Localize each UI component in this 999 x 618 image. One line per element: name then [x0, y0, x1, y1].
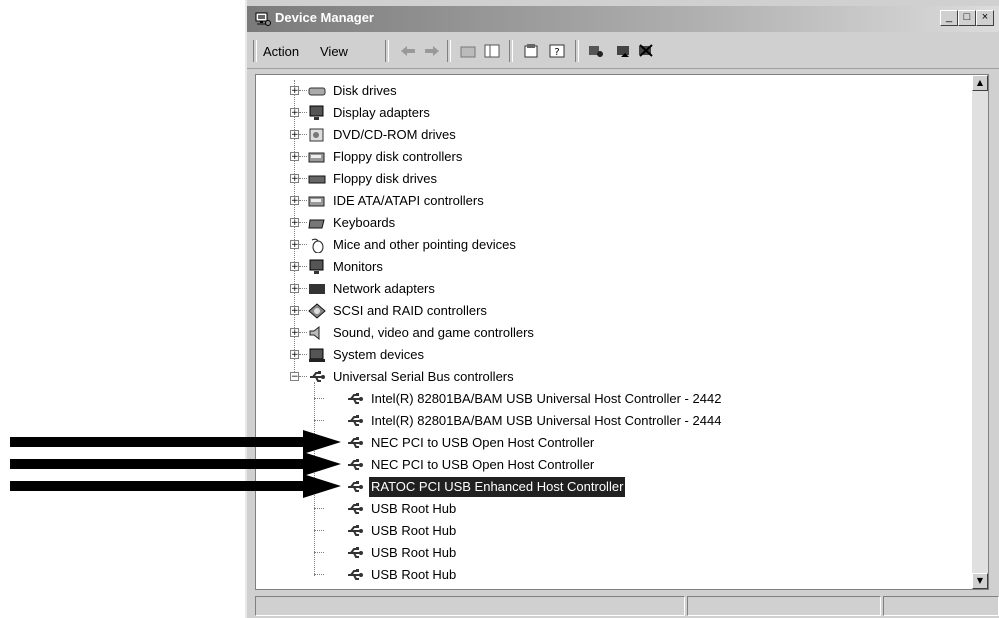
annotation-arrows: [10, 430, 341, 498]
annotation-arrow-head: [303, 474, 341, 498]
annotation-arrow-shaft: [10, 459, 311, 469]
annotation-arrow-shaft: [10, 437, 311, 447]
annotation-arrow-shaft: [10, 481, 311, 491]
annotation-arrow-head: [303, 430, 341, 454]
annotation-arrow-head: [303, 452, 341, 476]
